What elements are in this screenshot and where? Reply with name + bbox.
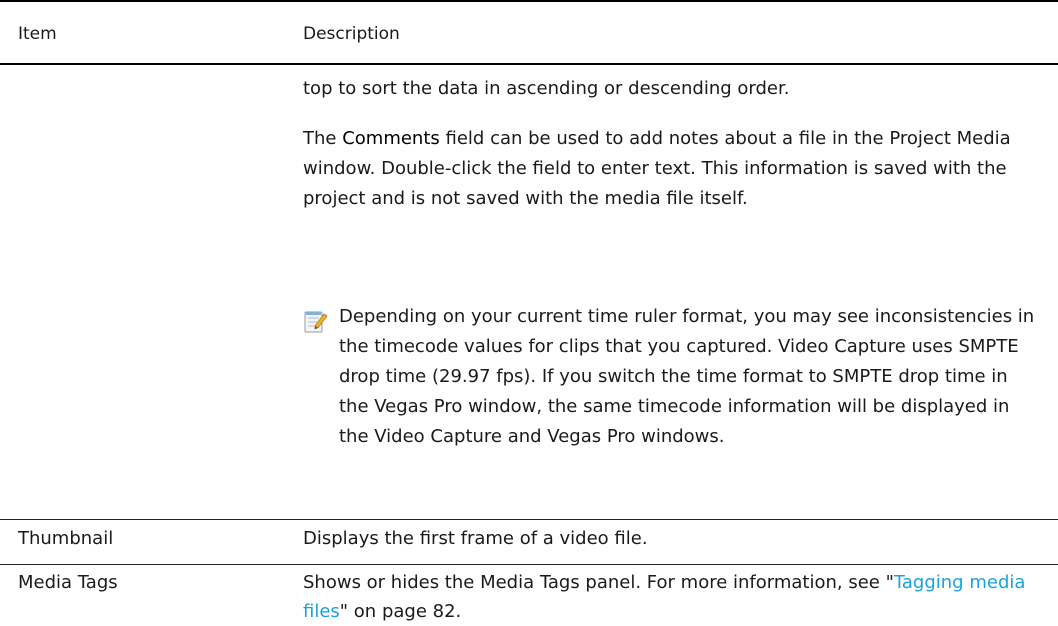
table-top-rule xyxy=(0,0,1058,2)
comments-prefix: The xyxy=(303,128,343,149)
media-tags-desc-prefix: Shows or hides the Media Tags panel. For… xyxy=(303,572,894,593)
row-separator-thumbnail xyxy=(0,519,1058,520)
note-icon xyxy=(304,311,328,333)
comments-paragraph: The Comments field can be used to add no… xyxy=(303,124,1045,214)
row-item-media-tags: Media Tags xyxy=(18,572,118,593)
row-item-thumbnail: Thumbnail xyxy=(18,528,114,549)
continued-description-line: top to sort the data in ascending or des… xyxy=(303,78,790,99)
row-separator-media-tags xyxy=(0,564,1058,565)
media-tags-desc-suffix: " on page 82. xyxy=(339,601,462,622)
header-bottom-rule xyxy=(0,63,1058,65)
row-description-thumbnail: Displays the first frame of a video file… xyxy=(303,528,648,549)
comments-term: Comments xyxy=(342,128,440,149)
column-header-description: Description xyxy=(303,24,400,44)
row-description-media-tags: Shows or hides the Media Tags panel. For… xyxy=(303,568,1045,626)
note-text: Depending on your current time ruler for… xyxy=(339,306,1035,447)
column-header-item: Item xyxy=(18,24,57,44)
